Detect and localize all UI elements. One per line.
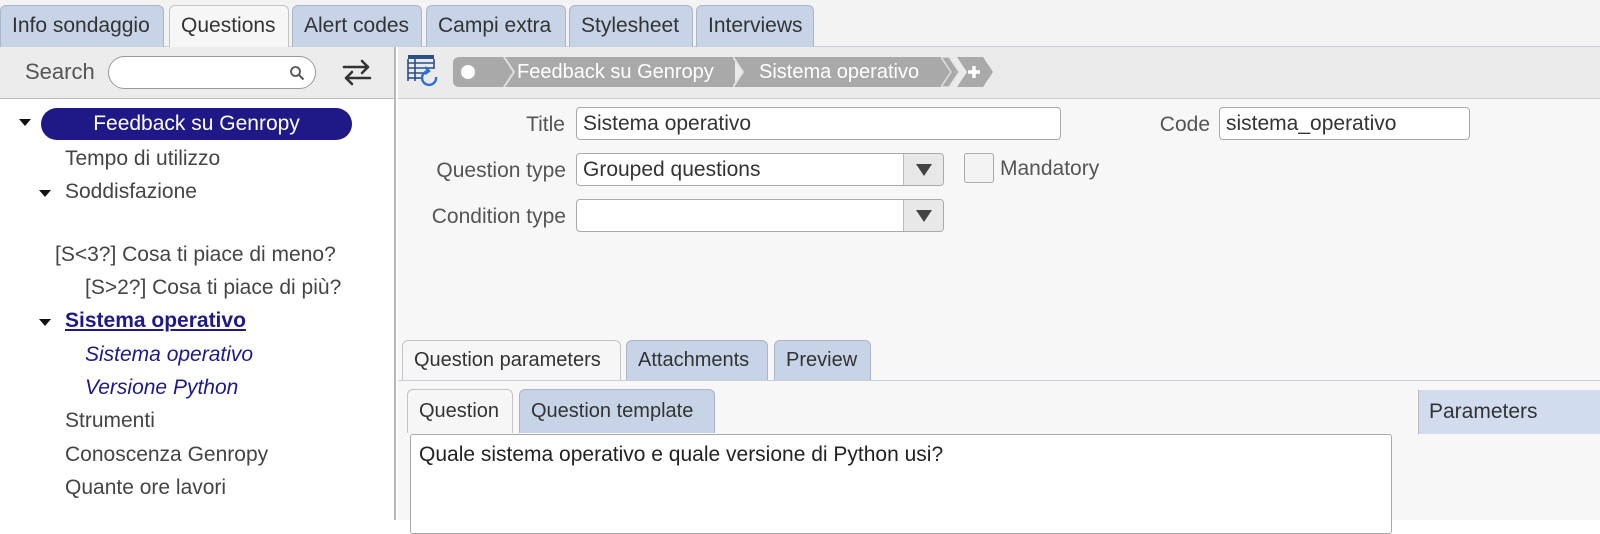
title-field[interactable]: Sistema operativo (576, 107, 1061, 140)
chevron-down-icon[interactable] (903, 154, 943, 185)
search-input[interactable] (108, 56, 316, 89)
breadcrumb-item[interactable]: Sistema operativo (759, 57, 945, 87)
mandatory-label: Mandatory (1000, 157, 1100, 180)
tree-item-piu[interactable]: [S>2?] Cosa ti piace di più? (85, 276, 341, 300)
tab-question[interactable]: Question (407, 389, 513, 433)
tab-question-parameters[interactable]: Question parameters (402, 340, 621, 380)
tab-questions[interactable]: Questions (169, 5, 289, 48)
parameters-header: Parameters (1418, 390, 1600, 434)
tree-item-strumenti[interactable]: Strumenti (65, 409, 155, 433)
caret-down-icon[interactable] (39, 319, 51, 326)
dot-icon (461, 65, 475, 79)
search-icon (290, 66, 305, 81)
code-field[interactable]: sistema_operativo (1219, 107, 1470, 140)
condition-type-select[interactable] (576, 199, 944, 232)
questions-tree-panel: Search Feedback su Genropy Tempo di util… (0, 47, 396, 520)
tab-alert-codes[interactable]: Alert codes (292, 5, 422, 47)
tree-item-soddisfazione[interactable]: Soddisfazione (65, 180, 197, 204)
breadcrumb-add[interactable] (941, 57, 1001, 87)
table-refresh-icon[interactable] (406, 53, 440, 89)
mandatory-checkbox[interactable] (964, 153, 994, 183)
tree-root-selected[interactable]: Feedback su Genropy (41, 108, 352, 140)
breadcrumb-home[interactable] (453, 57, 493, 87)
question-type-label: Question type (436, 159, 566, 182)
question-text-editor[interactable]: Quale sistema operativo e quale versione… (410, 434, 1392, 534)
question-type-select[interactable]: Grouped questions (576, 153, 944, 186)
question-form-panel: Feedback su Genropy Sistema operativo Ti… (398, 47, 1600, 534)
tab-info-sondaggio[interactable]: Info sondaggio (0, 5, 164, 47)
tree-item-ore[interactable]: Quante ore lavori (65, 476, 226, 500)
caret-down-icon[interactable] (19, 119, 31, 126)
search-label: Search (25, 59, 95, 84)
swap-arrows-icon[interactable] (340, 57, 374, 87)
chevron-down-icon[interactable] (903, 200, 943, 231)
breadcrumb: Feedback su Genropy Sistema operativo (398, 47, 1600, 99)
question-type-value: Grouped questions (583, 158, 761, 181)
divider (398, 380, 1600, 381)
tab-question-template[interactable]: Question template (519, 389, 715, 433)
questions-tree: Feedback su Genropy Tempo di utilizzo So… (0, 99, 394, 520)
condition-type-label: Condition type (431, 205, 566, 228)
title-label: Title (526, 113, 565, 136)
tree-item-sistema-child[interactable]: Sistema operativo (85, 343, 253, 367)
tree-item-meno[interactable]: [S<3?] Cosa ti piace di meno? (55, 243, 336, 267)
tab-stylesheet[interactable]: Stylesheet (569, 5, 693, 47)
tree-item-tempo[interactable]: Tempo di utilizzo (65, 147, 220, 171)
caret-down-icon[interactable] (39, 190, 51, 197)
tab-preview[interactable]: Preview (774, 340, 871, 380)
tab-attachments[interactable]: Attachments (626, 340, 768, 380)
breadcrumb-item[interactable]: Feedback su Genropy (515, 57, 735, 87)
top-tab-bar: Info sondaggio Questions Alert codes Cam… (0, 0, 1600, 48)
tab-interviews[interactable]: Interviews (696, 5, 814, 47)
tab-campi-extra[interactable]: Campi extra (426, 5, 566, 47)
tree-item-conoscenza[interactable]: Conoscenza Genropy (65, 443, 268, 467)
tree-item-sistema-operativo[interactable]: Sistema operativo (65, 309, 246, 333)
tree-item-python[interactable]: Versione Python (85, 376, 238, 400)
search-bar: Search (0, 47, 394, 99)
code-label: Code (1159, 113, 1210, 136)
